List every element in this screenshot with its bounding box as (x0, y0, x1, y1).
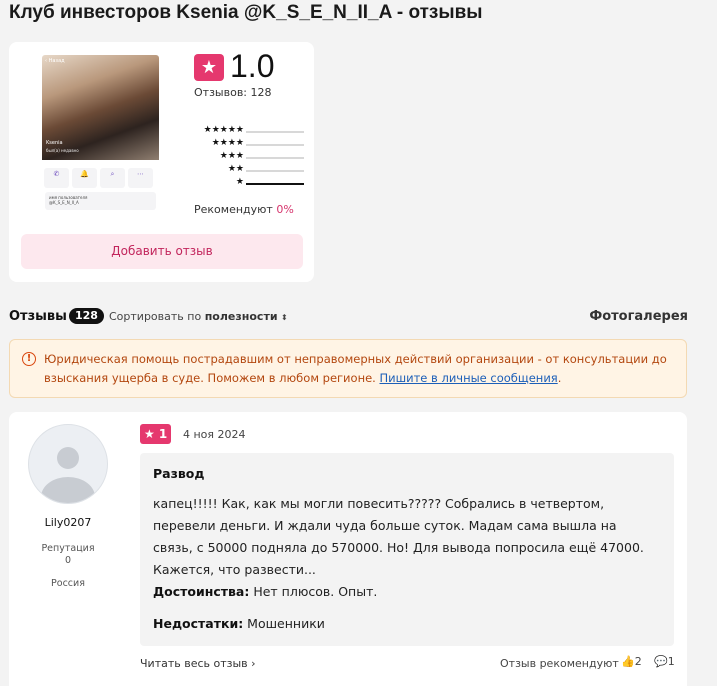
phone-call-icon: ✆ (44, 168, 69, 188)
page-title: Клуб инвесторов Ksenia @K_S_E_N_II_A - о… (9, 2, 483, 23)
review-date: 4 ноя 2024 (183, 428, 246, 441)
phone-action-icons: ✆ 🔔 ⌕ ⋯ (44, 168, 153, 188)
product-photo[interactable]: ‹ Назад Ksenia был(а) недавно ✆ 🔔 ⌕ ⋯ им… (42, 55, 159, 213)
phone-profile-name: Ksenia (46, 140, 63, 146)
pros-label: Достоинства: (153, 584, 250, 599)
star-row-label: ★★★ (219, 151, 244, 161)
star-row-bar (246, 170, 304, 172)
review-card: Lily0207 Репутация 0 Россия ★ 1 4 ноя 20… (9, 412, 687, 686)
star-row-bar (246, 183, 304, 185)
rating-summary-card: ‹ Назад Ksenia был(а) недавно ✆ 🔔 ⌕ ⋯ им… (9, 42, 314, 282)
star-row[interactable]: ★ (189, 177, 304, 189)
sort-control[interactable]: Сортировать по полезности ⬍ (109, 310, 288, 323)
search-icon: ⌕ (100, 168, 125, 188)
cons-text: Мошенники (243, 616, 325, 631)
phone-back-label: ‹ Назад (45, 58, 65, 64)
notice-message-link[interactable]: Пишите в личные сообщения (379, 371, 557, 385)
review-title[interactable]: Развод (153, 466, 204, 481)
star-row-bar (246, 157, 304, 159)
star-row-bar-fill (246, 183, 304, 185)
star-row[interactable]: ★★★★ (189, 138, 304, 150)
like-button[interactable]: 👍2 (621, 655, 642, 668)
star-row-bar (246, 131, 304, 133)
star-row-label: ★★ (227, 164, 244, 174)
star-row-label: ★ (235, 177, 244, 187)
star-row-label: ★★★★ (211, 138, 244, 148)
recommend-stat: Рекомендуют 0% (194, 203, 294, 216)
reviews-count-badge: 128 (69, 308, 104, 324)
pros-text: Нет плюсов. Опыт. (249, 584, 378, 599)
phone-username: @K_S_E_N_II_A (49, 200, 79, 205)
star-icon: ★ (194, 54, 224, 81)
cons-label: Недостатки: (153, 616, 244, 631)
reputation-value: 0 (64, 555, 72, 566)
star-row[interactable]: ★★★★★ (189, 125, 304, 137)
star-row-label: ★★★★★ (203, 125, 244, 135)
reputation-label: Репутация (41, 543, 95, 554)
avatar-body-shape (41, 477, 95, 503)
reviews-tab[interactable]: Отзывы (9, 309, 67, 324)
review-rating-badge: ★ 1 (140, 424, 171, 444)
review-body: Развод капец!!!!! Как, как мы могли пове… (140, 453, 674, 646)
avatar-head-shape (57, 447, 79, 469)
sort-arrow-icon: ⬍ (281, 313, 288, 322)
recommend-label: Рекомендуют (194, 203, 273, 216)
rating-value: 1.0 (230, 48, 275, 84)
review-pros: Достоинства: Нет плюсов. Опыт. (153, 584, 377, 599)
sort-value: полезности (204, 310, 278, 323)
review-text: капец!!!!! Как, как мы могли повесить???… (153, 496, 644, 577)
read-full-review-link[interactable]: Читать весь отзыв › (140, 657, 256, 670)
star-row-bar (246, 144, 304, 146)
bell-icon: 🔔 (72, 168, 97, 188)
phone-username-block: имя пользователя @K_S_E_N_II_A (45, 192, 156, 210)
reviews-toolbar: Отзывы 128 Сортировать по полезности ⬍ Ф… (9, 307, 688, 329)
avatar[interactable] (28, 424, 108, 504)
star-row[interactable]: ★★★ (189, 151, 304, 163)
sort-prefix: Сортировать по (109, 310, 202, 323)
legal-help-notice: ! Юридическая помощь пострадавшим от неп… (9, 339, 687, 398)
review-author-name[interactable]: Lily0207 (9, 516, 127, 529)
recommend-percent: 0% (276, 203, 294, 216)
notice-tail: . (557, 371, 562, 385)
warning-icon: ! (22, 352, 36, 366)
notice-text: Юридическая помощь пострадавшим от непра… (44, 350, 679, 388)
phone-profile-status: был(а) недавно (46, 148, 79, 153)
star-row[interactable]: ★★ (189, 164, 304, 176)
author-country: Россия (51, 578, 85, 589)
add-review-button[interactable]: Добавить отзыв (21, 234, 303, 269)
reviews-count: Отзывов: 128 (194, 86, 272, 99)
comments-button[interactable]: 💬1 (654, 655, 675, 668)
more-icon: ⋯ (128, 168, 153, 188)
review-recommends-label: Отзыв рекомендуют (500, 657, 619, 670)
photo-gallery-link[interactable]: Фотогалерея (589, 309, 688, 324)
notice-body: Юридическая помощь пострадавшим от непра… (44, 352, 667, 385)
review-cons: Недостатки: Мошенники (153, 616, 325, 631)
